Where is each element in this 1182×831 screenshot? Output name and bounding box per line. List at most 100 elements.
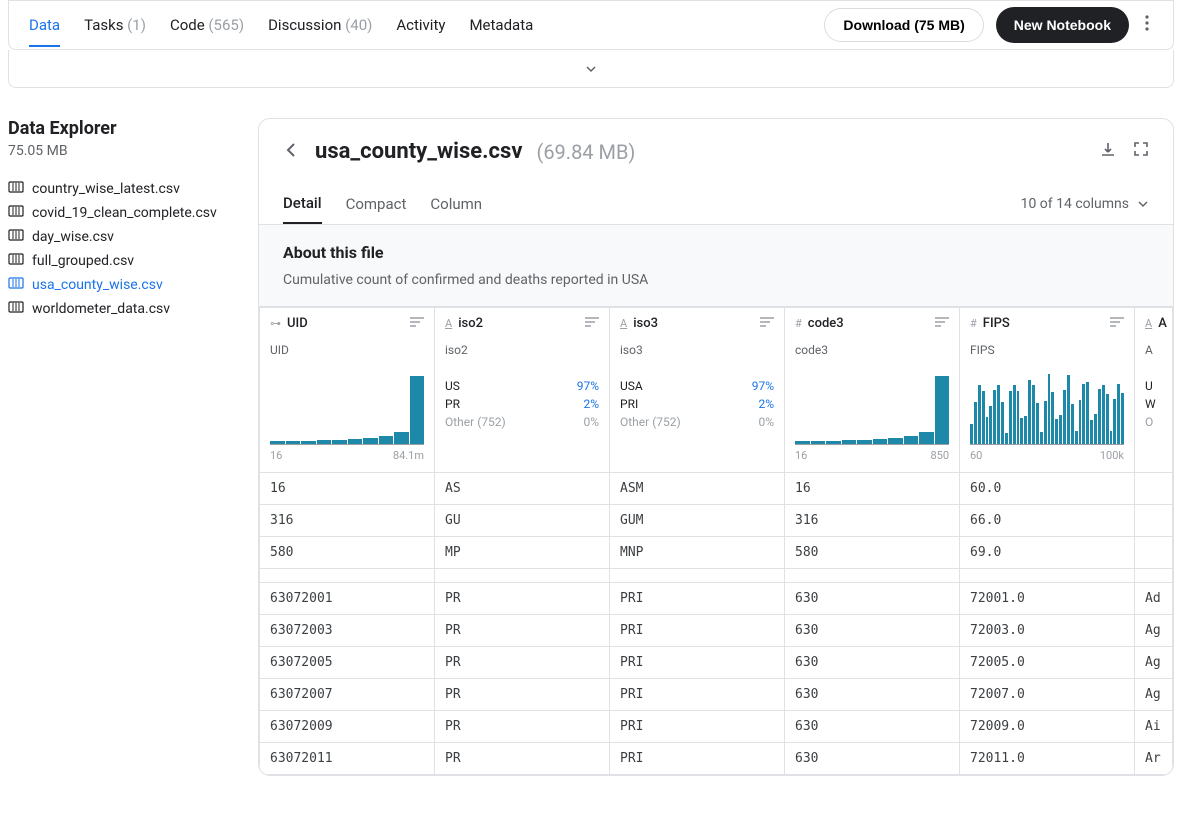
table-row[interactable]: 63072011PRPRI63072011.0Ar bbox=[260, 743, 1173, 775]
column-header: AAAUWO bbox=[1135, 308, 1173, 473]
table-cell: Ag bbox=[1135, 615, 1173, 647]
sort-icon[interactable] bbox=[935, 316, 949, 331]
columns-selector[interactable]: 10 of 14 columns bbox=[1021, 196, 1149, 212]
table-row[interactable]: 63072003PRPRI63072003.0Ag bbox=[260, 615, 1173, 647]
view-tab-compact[interactable]: Compact bbox=[346, 185, 407, 223]
table-cell: GUM bbox=[610, 505, 785, 537]
column-header: #FIPSFIPS60100k bbox=[960, 308, 1135, 473]
column-desc: iso2 bbox=[435, 339, 609, 367]
file-item[interactable]: full_grouped.csv bbox=[8, 249, 238, 273]
histogram bbox=[795, 377, 949, 445]
number-icon: # bbox=[970, 317, 977, 330]
table-cell: ASM bbox=[610, 473, 785, 505]
table-cell: 63072005 bbox=[260, 647, 435, 679]
top-tabs: Data Tasks (1) Code (565) Discussion (40) Ac… bbox=[29, 4, 824, 46]
tab-activity[interactable]: Activity bbox=[396, 4, 445, 46]
sort-icon[interactable] bbox=[760, 316, 774, 331]
file-item[interactable]: country_wise_latest.csv bbox=[8, 177, 238, 201]
table-cell: PR bbox=[435, 679, 610, 711]
table-icon bbox=[8, 229, 24, 245]
table-cell: 72005.0 bbox=[960, 647, 1135, 679]
column-desc: FIPS bbox=[960, 339, 1134, 367]
column-name: A bbox=[1158, 316, 1167, 331]
table-row[interactable]: 63072001PRPRI63072001.0Ad bbox=[260, 583, 1173, 615]
download-button[interactable]: Download (75 MB) bbox=[824, 8, 983, 42]
table-cell: MNP bbox=[610, 537, 785, 569]
table-row[interactable]: 580MPMNP58069.0 bbox=[260, 537, 1173, 569]
table-row[interactable]: 63072009PRPRI63072009.0Ai bbox=[260, 711, 1173, 743]
chevron-down-icon bbox=[585, 63, 597, 75]
table-cell: PR bbox=[435, 743, 610, 775]
table-icon bbox=[8, 253, 24, 269]
table-cell: 630 bbox=[785, 615, 960, 647]
file-item[interactable]: worldometer_data.csv bbox=[8, 297, 238, 321]
table-cell: Ai bbox=[1135, 711, 1173, 743]
file-size: (69.84 MB) bbox=[536, 140, 635, 164]
sidebar-size: 75.05 MB bbox=[8, 143, 238, 159]
sort-icon[interactable] bbox=[585, 316, 599, 331]
column-desc: A bbox=[1135, 339, 1172, 367]
table-cell: 63072007 bbox=[260, 679, 435, 711]
column-header: Aiso2iso2US97%PR2%Other (752)0% bbox=[435, 308, 610, 473]
text-icon: A bbox=[445, 317, 452, 330]
sort-icon[interactable] bbox=[1110, 316, 1124, 331]
tab-code[interactable]: Code (565) bbox=[170, 4, 244, 46]
column-name: FIPS bbox=[983, 316, 1010, 331]
about-text: Cumulative count of confirmed and deaths… bbox=[283, 272, 1149, 288]
sort-icon[interactable] bbox=[410, 316, 424, 331]
table-cell: 66.0 bbox=[960, 505, 1135, 537]
table-icon bbox=[8, 205, 24, 221]
table-cell: 72011.0 bbox=[960, 743, 1135, 775]
fullscreen-icon[interactable] bbox=[1133, 141, 1149, 163]
table-cell: PRI bbox=[610, 743, 785, 775]
column-desc: code3 bbox=[785, 339, 959, 367]
file-item[interactable]: day_wise.csv bbox=[8, 225, 238, 249]
table-cell: PR bbox=[435, 615, 610, 647]
text-icon: A bbox=[1145, 317, 1152, 330]
collapse-toggle[interactable] bbox=[8, 50, 1174, 88]
table-row[interactable]: 63072005PRPRI63072005.0Ag bbox=[260, 647, 1173, 679]
tab-metadata[interactable]: Metadata bbox=[469, 4, 533, 46]
table-cell bbox=[1135, 505, 1173, 537]
table-icon bbox=[8, 301, 24, 317]
table-cell: 16 bbox=[785, 473, 960, 505]
more-menu-icon[interactable] bbox=[1141, 11, 1153, 39]
column-name: code3 bbox=[808, 316, 844, 331]
column-header: ⊶UIDUID1684.1m bbox=[260, 308, 435, 473]
histogram bbox=[970, 377, 1124, 445]
table-cell: AS bbox=[435, 473, 610, 505]
file-name-label: covid_19_clean_complete.csv bbox=[32, 205, 217, 221]
table-body: 16ASASM1660.0316GUGUM31666.0580MPMNP5806… bbox=[260, 473, 1173, 775]
table-cell: MP bbox=[435, 537, 610, 569]
table-cell: PRI bbox=[610, 679, 785, 711]
table-cell: 580 bbox=[785, 537, 960, 569]
table-row[interactable]: 63072007PRPRI63072007.0Ag bbox=[260, 679, 1173, 711]
tab-data[interactable]: Data bbox=[29, 4, 60, 46]
back-button[interactable] bbox=[283, 141, 301, 163]
topbar-actions: Download (75 MB) New Notebook bbox=[824, 7, 1153, 43]
column-header: Aiso3iso3USA97%PRI2%Other (752)0% bbox=[610, 308, 785, 473]
file-item[interactable]: usa_county_wise.csv bbox=[8, 273, 238, 297]
about-file: About this file Cumulative count of conf… bbox=[259, 225, 1173, 307]
file-name-label: day_wise.csv bbox=[32, 229, 114, 245]
tab-tasks[interactable]: Tasks (1) bbox=[84, 4, 146, 46]
file-list: country_wise_latest.csv covid_19_clean_co… bbox=[8, 177, 238, 321]
table-cell: Ag bbox=[1135, 647, 1173, 679]
table-cell: 580 bbox=[260, 537, 435, 569]
table-cell: 316 bbox=[260, 505, 435, 537]
column-desc: UID bbox=[260, 339, 434, 367]
new-notebook-button[interactable]: New Notebook bbox=[996, 7, 1129, 43]
view-tab-detail[interactable]: Detail bbox=[283, 184, 322, 224]
table-cell: 630 bbox=[785, 743, 960, 775]
table-cell: 63072001 bbox=[260, 583, 435, 615]
column-name: UID bbox=[287, 316, 308, 331]
view-tab-column[interactable]: Column bbox=[430, 185, 482, 223]
table-icon bbox=[8, 181, 24, 197]
table-row[interactable]: 16ASASM1660.0 bbox=[260, 473, 1173, 505]
tab-discussion[interactable]: Discussion (40) bbox=[268, 4, 372, 46]
file-item[interactable]: covid_19_clean_complete.csv bbox=[8, 201, 238, 225]
table-row[interactable]: 316GUGUM31666.0 bbox=[260, 505, 1173, 537]
download-file-icon[interactable] bbox=[1099, 141, 1117, 163]
data-table-wrap[interactable]: ⊶UIDUID1684.1mAiso2iso2US97%PR2%Other (7… bbox=[259, 307, 1173, 775]
chevron-down-icon bbox=[1137, 198, 1149, 210]
